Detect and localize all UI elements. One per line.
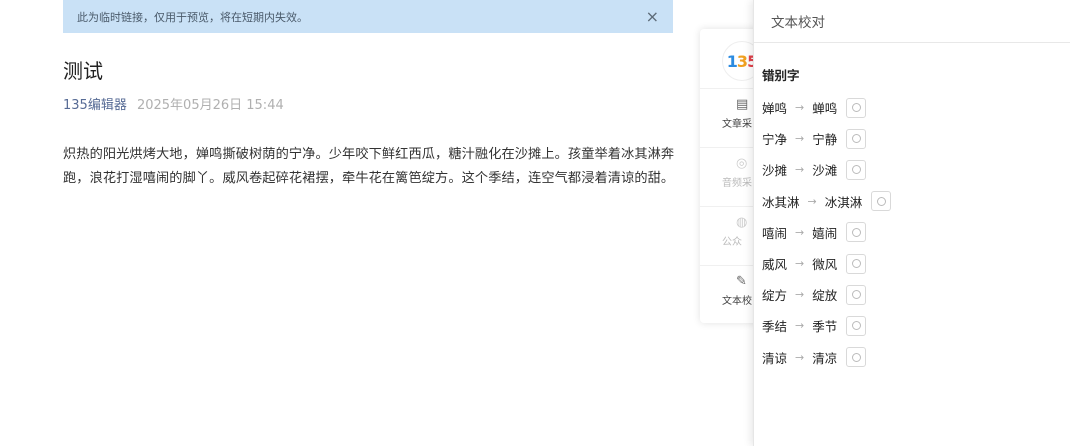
article-date: 2025年05月26日 15:44	[136, 98, 284, 113]
typo-wrong-word[interactable]: 宁净	[762, 129, 787, 148]
typo-section-title: 错别字	[762, 68, 800, 83]
locate-button[interactable]	[846, 253, 867, 274]
article-meta: 135编辑器 2025年05月26日 15:44	[63, 94, 284, 113]
search-icon	[851, 352, 861, 362]
typo-row: 嘻闹 → 嬉闹	[762, 217, 891, 248]
typo-row: 婵鸣 → 蝉鸣	[762, 92, 891, 123]
search-icon	[851, 290, 861, 300]
typo-wrong-word[interactable]: 沙摊	[762, 160, 787, 179]
typo-row: 冰其淋 → 冰淇淋	[762, 186, 892, 217]
typo-wrong-word[interactable]: 嘻闹	[762, 223, 787, 242]
typo-correct-word[interactable]: 蝉鸣	[812, 98, 837, 117]
typo-correct-word[interactable]: 微风	[812, 254, 837, 273]
search-icon	[851, 259, 861, 269]
typo-row: 清谅 → 清凉	[762, 342, 891, 373]
article-title: 测试	[63, 59, 103, 83]
typo-wrong-word[interactable]: 清谅	[762, 348, 787, 367]
arrow-right-icon: →	[795, 163, 805, 177]
arrow-right-icon: →	[795, 350, 805, 364]
locate-button[interactable]	[846, 159, 867, 180]
search-icon	[851, 103, 861, 113]
typo-wrong-word[interactable]: 冰其淋	[762, 192, 800, 211]
typo-correct-word[interactable]: 嬉闹	[812, 223, 837, 242]
temporary-link-notice: 此为临时链接，仅用于预览，将在短期内失效。 ×	[63, 0, 673, 33]
arrow-right-icon: →	[795, 132, 805, 146]
arrow-right-icon: →	[795, 101, 805, 115]
proofread-panel-title: 文本校对	[754, 0, 1070, 43]
typo-row: 沙摊 → 沙滩	[762, 154, 891, 185]
typo-list: 婵鸣 → 蝉鸣宁净 → 宁静沙摊 → 沙滩 冰其淋 → 冰淇淋嘻闹 → 嬉闹威风 → 微风绽方 → 绽放季结 →…	[762, 92, 892, 373]
arrow-right-icon: →	[807, 194, 817, 208]
locate-button[interactable]	[846, 315, 867, 336]
typo-correct-word[interactable]: 宁静	[812, 129, 837, 148]
search-icon	[851, 134, 861, 144]
locate-button[interactable]	[846, 128, 867, 149]
document-icon: ▤	[736, 97, 749, 112]
arrow-right-icon: →	[795, 319, 805, 333]
search-icon	[851, 165, 861, 175]
typo-correct-word[interactable]: 绽放	[812, 285, 837, 304]
wechat-icon: ◍	[736, 215, 748, 230]
locate-button[interactable]	[846, 347, 867, 368]
typo-row: 宁净 → 宁静	[762, 123, 891, 154]
proofread-icon: ✎	[736, 274, 747, 289]
notice-text: 此为临时链接，仅用于预览，将在短期内失效。	[77, 10, 308, 24]
arrow-right-icon: →	[795, 288, 805, 302]
typo-wrong-word[interactable]: 威风	[762, 254, 787, 273]
search-icon	[876, 196, 886, 206]
typo-row: 季结 → 季节	[762, 310, 891, 341]
typo-correct-word[interactable]: 清凉	[812, 348, 837, 367]
locate-button[interactable]	[846, 97, 867, 118]
locate-button[interactable]	[846, 222, 867, 243]
close-icon[interactable]: ×	[646, 8, 659, 25]
typo-row: 威风 → 微风	[762, 248, 891, 279]
typo-wrong-word[interactable]: 婵鸣	[762, 98, 787, 117]
typo-wrong-word[interactable]: 绽方	[762, 285, 787, 304]
typo-correct-word[interactable]: 沙滩	[812, 160, 837, 179]
proofread-panel: 文本校对 错别字 婵鸣 → 蝉鸣宁净 → 宁静沙摊 → 沙滩 冰其淋 → 冰淇淋嘻闹 → 嬉闹威风 → 微…	[753, 0, 1070, 446]
search-icon	[851, 321, 861, 331]
arrow-right-icon: →	[795, 257, 805, 271]
typo-row: 绽方 → 绽放	[762, 279, 891, 310]
locate-button[interactable]	[871, 191, 892, 212]
typo-correct-word[interactable]: 季节	[812, 316, 837, 335]
locate-button[interactable]	[846, 284, 867, 305]
article-author[interactable]: 135编辑器	[63, 98, 127, 113]
audio-icon: ◎	[736, 156, 748, 171]
typo-correct-word[interactable]: 冰淇淋	[825, 192, 863, 211]
arrow-right-icon: →	[795, 225, 805, 239]
typo-wrong-word[interactable]: 季结	[762, 316, 787, 335]
article-body: 炽热的阳光烘烤大地，婵鸣撕破树荫的宁净。少年咬下鲜红西瓜，糖汁融化在沙摊上。孩童…	[63, 147, 675, 186]
search-icon	[851, 227, 861, 237]
